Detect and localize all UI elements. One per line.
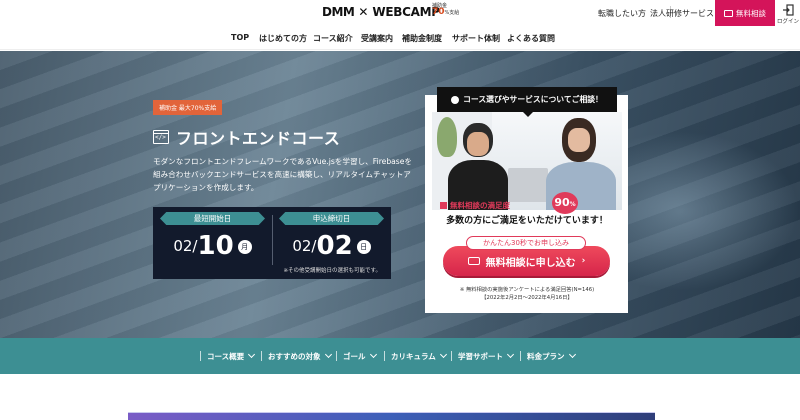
section-nav-divider bbox=[384, 351, 385, 361]
section-nav-divider bbox=[261, 351, 262, 361]
consult-card-note-1: ※ 無料相談の実施後アンケートによる満足回答(N=146) bbox=[459, 287, 595, 293]
subsidy-tag: 補助金 最大70%支給 bbox=[153, 100, 223, 115]
subsidy-badge-bottom: %支給 bbox=[444, 10, 460, 16]
deadline-date-value: 02/02 日 bbox=[279, 231, 384, 261]
chevron-right-icon: › bbox=[581, 256, 586, 266]
check-icon bbox=[440, 202, 447, 209]
counselor-male-face bbox=[467, 132, 489, 156]
hero-section bbox=[0, 51, 800, 338]
laptop bbox=[508, 168, 548, 202]
section-nav-goal[interactable]: ゴール bbox=[343, 350, 377, 362]
consult-card-tab: コース選びやサービスについてご相談！ bbox=[437, 87, 617, 117]
subsidy-badge: 補助金 70%支給 bbox=[432, 3, 462, 23]
code-window-icon: </> bbox=[153, 130, 169, 144]
section-nav: コース概要 おすすめの対象 ゴール カリキュラム 学習サポート 料金プラン bbox=[0, 338, 800, 374]
global-nav: TOP はじめての方 コース紹介 受講案内 補助金制度 サポート体制 よくある質… bbox=[0, 26, 800, 50]
apply-consultation-button[interactable]: 無料相談に申し込む › bbox=[443, 246, 610, 276]
satisfaction-badge: 90% bbox=[552, 192, 578, 214]
start-weekday: 月 bbox=[237, 240, 252, 254]
start-day: 10 bbox=[197, 231, 234, 261]
chevron-down-icon bbox=[506, 350, 515, 359]
course-title: フロントエンドコース bbox=[176, 129, 341, 148]
logo-x-mark: ✕ bbox=[358, 5, 369, 19]
nav-item-guide[interactable]: 受講案内 bbox=[361, 33, 393, 44]
consult-card-note: ※ 無料相談の実施後アンケートによる満足回答(N=146) 【2022年2月2日… bbox=[432, 286, 622, 302]
section-nav-overview-label: コース概要 bbox=[207, 352, 245, 361]
apply-consultation-label: 無料相談に申し込む bbox=[485, 257, 576, 269]
start-date: 最短開始日 02/10 月 bbox=[160, 212, 265, 261]
login-label: ログイン bbox=[776, 19, 799, 25]
start-month: 02 bbox=[173, 237, 193, 255]
start-date-value: 02/10 月 bbox=[160, 231, 265, 261]
login-button[interactable]: ログイン bbox=[776, 2, 800, 26]
chevron-down-icon bbox=[248, 350, 256, 359]
chat-icon bbox=[467, 257, 480, 265]
chevron-down-icon bbox=[369, 350, 377, 359]
nav-item-beginners[interactable]: はじめての方 bbox=[259, 33, 307, 44]
course-description: モダンなフロントエンドフレームワークであるVue.jsを学習し、Firebase… bbox=[153, 157, 413, 192]
login-icon bbox=[783, 4, 794, 16]
speech-bubble-icon bbox=[451, 95, 460, 104]
nav-item-support[interactable]: サポート体制 bbox=[452, 33, 500, 44]
chevron-down-icon bbox=[568, 350, 576, 359]
satisfaction-text: 無料相談の満足度 bbox=[450, 201, 510, 210]
satisfaction-value: 90 bbox=[554, 196, 570, 209]
section-nav-learning-support[interactable]: 学習サポート bbox=[458, 350, 515, 362]
subsidy-badge-big: 70 bbox=[432, 7, 445, 17]
logo-dmm-text: DMM bbox=[322, 5, 355, 19]
section-nav-curriculum-label: カリキュラム bbox=[391, 352, 436, 361]
consult-card-headline: 多数の方にご満足をいただけています！ bbox=[446, 216, 608, 226]
header-consult-label: 無料相談 bbox=[736, 8, 766, 18]
easy-apply-pill: かんたん30秒でお申し込み bbox=[466, 236, 586, 250]
nav-item-courses[interactable]: コース紹介 bbox=[313, 33, 353, 44]
header-consult-button[interactable]: 無料相談 bbox=[715, 0, 775, 26]
section-nav-curriculum[interactable]: カリキュラム bbox=[391, 350, 447, 362]
nav-item-faq[interactable]: よくある質問 bbox=[507, 33, 555, 44]
satisfaction-unit: % bbox=[569, 201, 576, 208]
chevron-down-icon bbox=[324, 350, 332, 359]
start-date-label: 最短開始日 bbox=[160, 212, 265, 225]
logo[interactable]: DMM ✕ WEBCAMP bbox=[322, 5, 440, 19]
course-title-row: </> フロントエンドコース bbox=[153, 125, 340, 149]
deadline-day: 02 bbox=[316, 231, 353, 261]
consult-card-note-2: 【2022年2月2日〜2022年4月16日】 bbox=[481, 295, 573, 301]
photo-plant bbox=[437, 117, 457, 157]
career-link[interactable]: 転職したい方 bbox=[598, 8, 646, 19]
section-nav-overview[interactable]: コース概要 bbox=[207, 350, 256, 362]
next-section-banner-top bbox=[128, 412, 655, 420]
section-nav-divider bbox=[520, 351, 521, 361]
dates-note: ※その他受講開始日の選択も可能です。 bbox=[283, 268, 381, 274]
deadline-date: 申込締切日 02/02 日 bbox=[279, 212, 384, 261]
section-nav-divider bbox=[336, 351, 337, 361]
section-nav-target[interactable]: おすすめの対象 bbox=[268, 350, 332, 362]
section-nav-goal-label: ゴール bbox=[343, 352, 366, 361]
section-nav-pricing-label: 料金プラン bbox=[527, 352, 565, 361]
nav-item-top[interactable]: TOP bbox=[231, 33, 249, 42]
section-nav-learning-support-label: 学習サポート bbox=[458, 352, 503, 361]
section-nav-divider bbox=[200, 351, 201, 361]
section-nav-pricing[interactable]: 料金プラン bbox=[527, 350, 576, 362]
course-dates-panel: 最短開始日 02/10 月 申込締切日 02/02 日 ※その他受講開始日の選択も可… bbox=[153, 207, 391, 279]
nav-item-subsidy[interactable]: 補助金制度 bbox=[402, 33, 442, 44]
section-nav-divider bbox=[451, 351, 452, 361]
deadline-month: 02 bbox=[292, 237, 312, 255]
deadline-date-label: 申込締切日 bbox=[279, 212, 384, 225]
site-header: DMM ✕ WEBCAMP 補助金 70%支給 転職したい方 法人研修サービス … bbox=[0, 0, 800, 26]
counselor-female-face bbox=[568, 128, 590, 152]
consult-card-tab-label: コース選びやサービスについてご相談！ bbox=[463, 95, 603, 104]
chevron-down-icon bbox=[439, 350, 447, 359]
chat-icon bbox=[724, 9, 733, 17]
deadline-weekday: 日 bbox=[356, 240, 371, 254]
logo-webcamp-text: WEBCAMP bbox=[372, 5, 440, 19]
dates-divider bbox=[272, 215, 273, 265]
corporate-link[interactable]: 法人研修サービス bbox=[650, 8, 714, 19]
section-nav-target-label: おすすめの対象 bbox=[268, 352, 321, 361]
